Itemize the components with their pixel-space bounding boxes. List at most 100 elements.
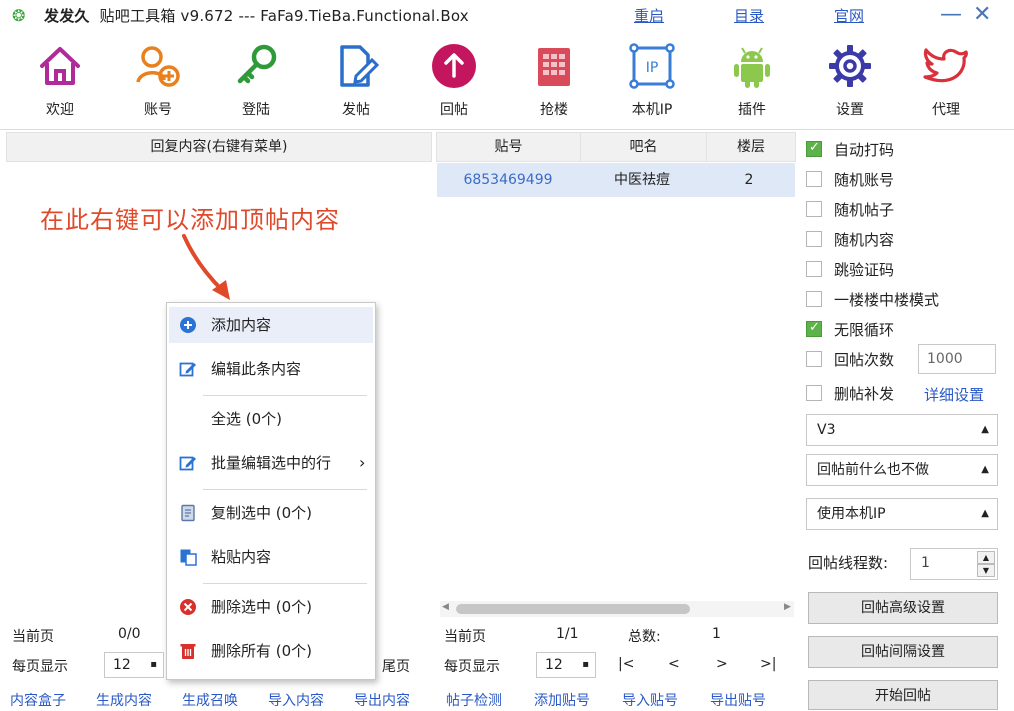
- total-label: 总数:: [628, 629, 661, 645]
- website-link[interactable]: 官网: [834, 5, 864, 26]
- gear-icon: [829, 45, 871, 87]
- random-content-checkbox[interactable]: 随机内容: [806, 226, 1006, 252]
- first-page-button[interactable]: |<: [618, 656, 634, 672]
- toolbar-settings-button[interactable]: 设置: [810, 38, 890, 126]
- android-icon: [734, 47, 770, 88]
- column-bar-name[interactable]: 吧名: [581, 133, 707, 161]
- floor-in-floor-mode-checkbox[interactable]: 一楼楼中楼模式: [806, 286, 1006, 312]
- menu-item-add-content[interactable]: 添加内容: [169, 307, 373, 343]
- checkbox-box: [806, 201, 822, 217]
- random-account-checkbox[interactable]: 随机账号: [806, 166, 1006, 192]
- version-select[interactable]: V3 ▲: [806, 414, 998, 446]
- toolbar-settings-label: 设置: [836, 102, 864, 118]
- checkbox-box: [806, 140, 822, 157]
- reply-advanced-settings-button[interactable]: 回帖高级设置: [808, 592, 998, 624]
- checkbox-box: [806, 320, 822, 337]
- toolbar-plugin-button[interactable]: 插件: [712, 38, 792, 126]
- post-check-link[interactable]: 帖子检测: [446, 690, 502, 710]
- import-content-link[interactable]: 导入内容: [268, 690, 324, 710]
- left-last-page-button[interactable]: 尾页: [382, 656, 410, 676]
- edit-icon: [179, 456, 196, 471]
- auto-captcha-checkbox[interactable]: 自动打码: [806, 136, 1006, 162]
- toolbar-plugin-label: 插件: [738, 102, 766, 118]
- window-title: 发发久 贴吧工具箱 v9.672 --- FaFa9.TieBa.Functio…: [44, 5, 469, 26]
- toolbar-proxy-button[interactable]: 代理: [906, 38, 986, 126]
- thread-count-label: 回帖线程数:: [808, 554, 889, 572]
- checkbox-box: [806, 231, 822, 247]
- start-reply-button[interactable]: 开始回帖: [808, 680, 998, 710]
- mid-current-page-value: 1/1: [556, 626, 579, 642]
- infinite-loop-checkbox[interactable]: 无限循环: [806, 316, 1006, 342]
- skip-captcha-checkbox[interactable]: 跳验证码: [806, 256, 1006, 282]
- column-post-id[interactable]: 贴号: [437, 133, 581, 161]
- menu-item-delete-all[interactable]: 删除所有 (0个): [169, 633, 373, 669]
- app-logo-icon: ❂: [12, 6, 26, 25]
- toolbar-welcome-button[interactable]: 欢迎: [20, 38, 100, 126]
- close-icon[interactable]: ✕: [973, 2, 991, 27]
- menu-item-select-all[interactable]: 全选 (0个): [169, 401, 373, 437]
- pre-reply-action-select[interactable]: 回帖前什么也不做 ▲: [806, 454, 998, 486]
- last-page-button[interactable]: >|: [760, 656, 776, 672]
- scroll-left-icon[interactable]: ◀: [442, 602, 449, 612]
- scroll-right-icon[interactable]: ▶: [784, 602, 791, 612]
- prev-page-button[interactable]: <: [668, 656, 680, 672]
- mid-current-page-label: 当前页: [444, 629, 486, 645]
- menu-item-batch-edit[interactable]: 批量编辑选中的行 ›: [169, 445, 373, 481]
- submenu-chevron-icon: ›: [359, 453, 366, 472]
- detail-settings-link[interactable]: 详细设置: [924, 384, 984, 405]
- reply-count-input[interactable]: 1000: [918, 344, 996, 374]
- toolbar-account-button[interactable]: 账号: [118, 38, 198, 126]
- add-post-link[interactable]: 添加贴号: [534, 690, 590, 710]
- app-window: ❂ 发发久 贴吧工具箱 v9.672 --- FaFa9.TieBa.Funct…: [0, 0, 1014, 710]
- post-table-header: 贴号 吧名 楼层: [436, 132, 796, 162]
- cell-floor: 2: [744, 172, 754, 188]
- export-post-link[interactable]: 导出贴号: [710, 690, 766, 710]
- dropdown-arrow-icon: ▪: [150, 659, 157, 670]
- annotation-text: 在此右键可以添加顶帖内容: [40, 206, 340, 234]
- generate-content-link[interactable]: 生成内容: [96, 690, 152, 710]
- toolbar-grab-floor-button[interactable]: 抢楼: [514, 38, 594, 126]
- directory-link[interactable]: 目录: [734, 5, 764, 26]
- toolbar-post-label: 发帖: [342, 102, 370, 118]
- scrollbar-thumb[interactable]: [456, 604, 690, 614]
- toolbar-local-ip-button[interactable]: IP 本机IP: [612, 38, 692, 126]
- table-row[interactable]: 6853469499 中医祛痘 2: [437, 163, 795, 197]
- generate-summon-link[interactable]: 生成召唤: [182, 690, 238, 710]
- next-page-button[interactable]: >: [716, 656, 728, 672]
- reply-count-checkbox[interactable]: 回帖次数: [806, 346, 916, 372]
- stepper-down-icon[interactable]: ▼: [977, 564, 995, 577]
- import-post-link[interactable]: 导入贴号: [622, 690, 678, 710]
- menu-item-copy-selected[interactable]: 复制选中 (0个): [169, 495, 373, 531]
- toolbar-grab-floor-label: 抢楼: [540, 102, 568, 118]
- app-title: 贴吧工具箱 v9.672 --- FaFa9.TieBa.Functional.…: [99, 7, 469, 25]
- thread-count-stepper[interactable]: 1 ▲ ▼: [910, 548, 998, 580]
- add-user-icon: [136, 46, 180, 87]
- left-current-page-value: 0/0: [118, 626, 141, 642]
- home-icon: [40, 47, 80, 85]
- menu-item-delete-selected[interactable]: 删除选中 (0个): [169, 589, 373, 625]
- total-value: 1: [712, 626, 721, 642]
- checkbox-box: [806, 385, 822, 401]
- menu-item-edit-content[interactable]: 编辑此条内容: [169, 351, 373, 387]
- edit-document-icon: [340, 45, 380, 87]
- content-box-link[interactable]: 内容盒子: [10, 690, 66, 710]
- reply-interval-settings-button[interactable]: 回帖间隔设置: [808, 636, 998, 668]
- stepper-up-icon[interactable]: ▲: [977, 551, 995, 564]
- toolbar-reply-button[interactable]: 回帖: [414, 38, 494, 126]
- trash-icon: [180, 644, 196, 659]
- checkbox-box: [806, 171, 822, 187]
- upload-arrow-icon: [432, 44, 476, 88]
- toolbar-post-button[interactable]: 发帖: [316, 38, 396, 126]
- random-post-checkbox[interactable]: 随机帖子: [806, 196, 1006, 222]
- export-content-link[interactable]: 导出内容: [354, 690, 410, 710]
- column-floor[interactable]: 楼层: [707, 133, 795, 161]
- left-per-page-select[interactable]: 12 ▪: [104, 652, 164, 678]
- menu-item-paste-content[interactable]: 粘贴内容: [169, 539, 373, 575]
- building-icon: [538, 48, 570, 86]
- mid-per-page-select[interactable]: 12 ▪: [536, 652, 596, 678]
- toolbar-login-button[interactable]: 登陆: [216, 38, 296, 126]
- restart-link[interactable]: 重启: [634, 5, 664, 26]
- minimize-icon[interactable]: —: [940, 2, 962, 27]
- ip-mode-select[interactable]: 使用本机IP ▲: [806, 498, 998, 530]
- delete-resend-checkbox[interactable]: 删帖补发: [806, 380, 916, 406]
